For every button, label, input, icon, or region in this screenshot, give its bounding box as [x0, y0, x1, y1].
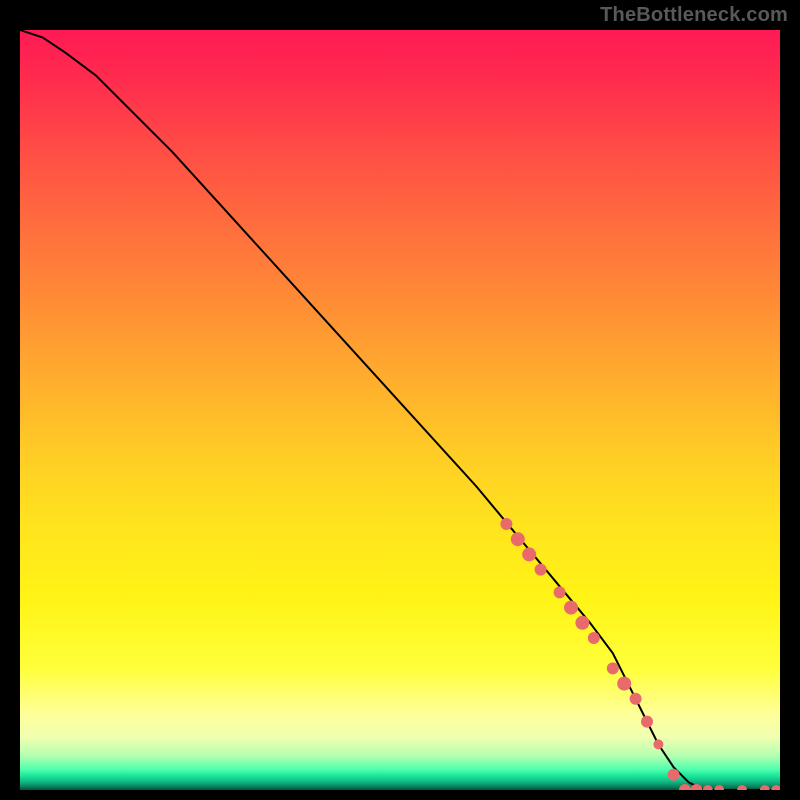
data-marker — [535, 564, 547, 576]
data-marker — [522, 547, 536, 561]
data-marker — [703, 785, 713, 790]
data-marker — [760, 785, 770, 790]
chart-frame: TheBottleneck.com — [0, 0, 800, 800]
attribution-text: TheBottleneck.com — [600, 4, 788, 27]
data-marker — [554, 586, 566, 598]
data-marker — [653, 739, 663, 749]
data-marker — [588, 632, 600, 644]
data-marker — [641, 716, 653, 728]
data-marker — [668, 769, 680, 781]
chart-svg — [20, 30, 780, 790]
data-marker — [607, 662, 619, 674]
data-marker — [771, 785, 780, 790]
data-marker — [737, 785, 747, 790]
bottleneck-curve — [20, 30, 780, 790]
data-marker — [617, 677, 631, 691]
data-marker — [630, 693, 642, 705]
data-marker — [500, 518, 512, 530]
data-marker — [575, 616, 589, 630]
data-marker — [564, 601, 578, 615]
data-markers — [500, 518, 780, 790]
plot-area — [20, 30, 780, 790]
data-marker — [511, 532, 525, 546]
data-marker — [679, 784, 691, 790]
data-marker — [714, 785, 724, 790]
